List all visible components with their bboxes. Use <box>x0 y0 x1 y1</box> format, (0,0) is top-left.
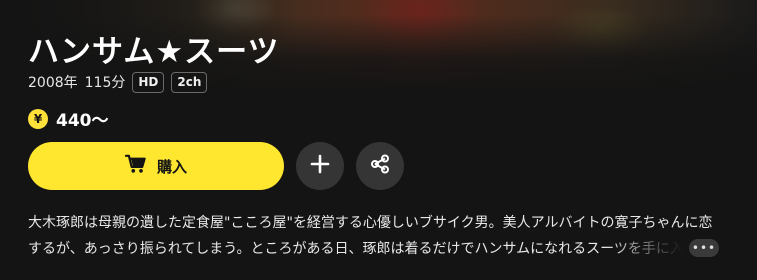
yen-coin-icon: ¥ <box>28 108 48 129</box>
plus-icon <box>310 154 330 178</box>
audio-channel-badge: 2ch <box>171 71 208 93</box>
buy-button[interactable]: 購入 <box>28 142 284 190</box>
add-to-list-button[interactable] <box>296 142 344 190</box>
hd-badge: HD <box>132 71 165 93</box>
buy-button-label: 購入 <box>156 157 187 176</box>
synopsis: 大木琢郎は母親の遺した定食屋"こころ屋"を経営する心優しいブサイク男。美人アルバ… <box>28 210 728 262</box>
share-button[interactable] <box>356 142 404 190</box>
synopsis-line-1: 大木琢郎は母親の遺した定食屋"こころ屋"を経営する心優しいブサイク男。美人アルバ… <box>28 215 713 231</box>
runtime: 115分 <box>84 75 126 91</box>
synopsis-line-2: するが、あっさり振られてしまう。ところがある日、琢郎は着るだけでハンサムになれる… <box>28 241 683 257</box>
page-title: ハンサム★スーツ <box>28 34 280 70</box>
share-icon <box>370 154 390 178</box>
price-row: ¥ 440〜 <box>28 106 109 131</box>
read-more-button[interactable]: ••• <box>689 239 719 257</box>
price-value: 440〜 <box>56 111 109 131</box>
cart-icon <box>124 154 147 178</box>
meta-row: 2008年 115分 HD 2ch <box>28 70 208 94</box>
release-year: 2008年 <box>28 75 78 91</box>
